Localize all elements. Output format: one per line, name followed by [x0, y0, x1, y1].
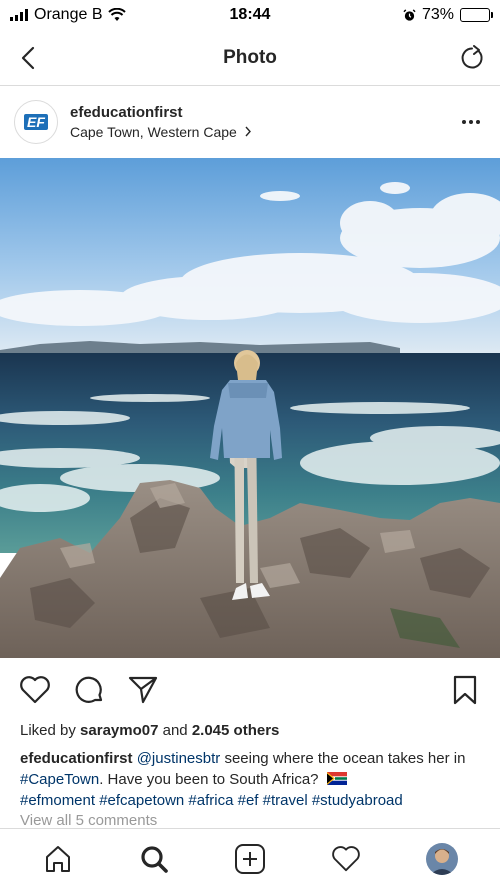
caption-hashtag[interactable]: #CapeTown — [20, 771, 99, 788]
tab-new-post[interactable] — [230, 839, 270, 879]
caption-text: seeing where the ocean takes her in — [220, 750, 466, 767]
share-button[interactable] — [126, 673, 160, 707]
tab-profile[interactable] — [422, 839, 462, 879]
page-title: Photo — [223, 46, 277, 68]
post-location-label: Cape Town, Western Cape — [70, 124, 237, 140]
wifi-icon — [108, 8, 127, 21]
navigation-bar: Photo — [0, 30, 500, 86]
caption-hashtags[interactable]: #efmoment #efcapetown #africa #ef #trave… — [20, 792, 403, 809]
coastal-photo-image — [0, 158, 500, 658]
home-icon — [46, 846, 70, 872]
post-header: EF efeducationfirst Cape Town, Western C… — [0, 86, 500, 158]
battery-icon — [460, 8, 493, 22]
post-location[interactable]: Cape Town, Western Cape — [70, 124, 456, 140]
caption-text: . Have you been to South Africa? — [99, 771, 319, 788]
more-dot-icon — [469, 120, 473, 124]
south-africa-flag-icon — [326, 772, 347, 785]
comment-button[interactable] — [72, 673, 106, 707]
chevron-right-icon — [245, 126, 251, 137]
status-bar: Orange B 18:44 73% — [0, 0, 500, 30]
carrier-label: Orange B — [34, 6, 103, 23]
more-options-button[interactable] — [456, 107, 486, 137]
search-icon — [141, 846, 168, 873]
chevron-left-icon — [21, 46, 35, 69]
tab-search[interactable] — [134, 839, 174, 879]
avatar[interactable]: EF — [14, 100, 58, 144]
back-button[interactable] — [14, 44, 42, 72]
status-time: 18:44 — [229, 6, 271, 23]
alarm-icon — [403, 8, 416, 21]
tab-activity[interactable] — [326, 839, 366, 879]
post-username[interactable]: efeducationfirst — [70, 104, 456, 121]
refresh-button[interactable] — [458, 44, 486, 72]
heart-icon — [20, 676, 50, 704]
post-photo[interactable] — [0, 158, 500, 658]
add-post-icon — [235, 844, 265, 874]
view-comments-link[interactable]: View all 5 comments — [20, 812, 157, 829]
heart-icon — [332, 846, 360, 872]
send-icon — [128, 676, 158, 704]
more-dot-icon — [462, 120, 466, 124]
liker-username[interactable]: saraymo07 — [80, 722, 158, 739]
likes-summary[interactable]: Liked by saraymo07 and 2.045 others — [20, 722, 279, 739]
like-button[interactable] — [18, 673, 52, 707]
battery-percent: 73% — [421, 6, 454, 23]
more-dot-icon — [476, 120, 480, 124]
signal-icon — [10, 9, 28, 21]
ef-logo-icon: EF — [18, 104, 54, 140]
caption-username[interactable]: efeducationfirst — [20, 750, 133, 767]
tab-bar — [0, 828, 500, 889]
save-button[interactable] — [448, 673, 482, 707]
bookmark-icon — [453, 675, 477, 705]
post-caption: efeducationfirst @justinesbtr seeing whe… — [20, 748, 480, 811]
post-actions — [0, 660, 500, 720]
tab-home[interactable] — [38, 839, 78, 879]
refresh-icon — [461, 44, 483, 68]
caption-mention[interactable]: @justinesbtr — [137, 750, 221, 767]
likes-count[interactable]: 2.045 others — [192, 722, 280, 739]
profile-avatar — [426, 843, 458, 875]
comment-icon — [75, 676, 103, 703]
